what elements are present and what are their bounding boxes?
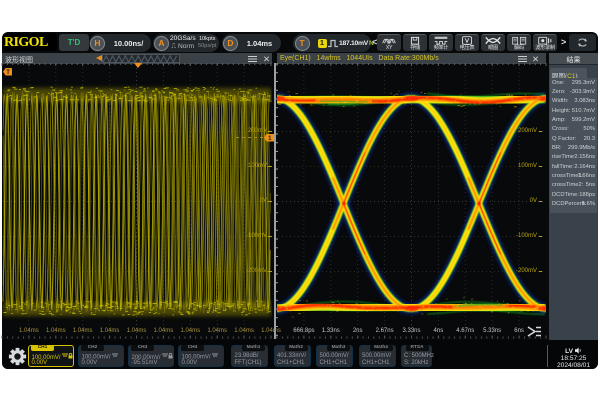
svg-text:T: T: [6, 70, 10, 76]
